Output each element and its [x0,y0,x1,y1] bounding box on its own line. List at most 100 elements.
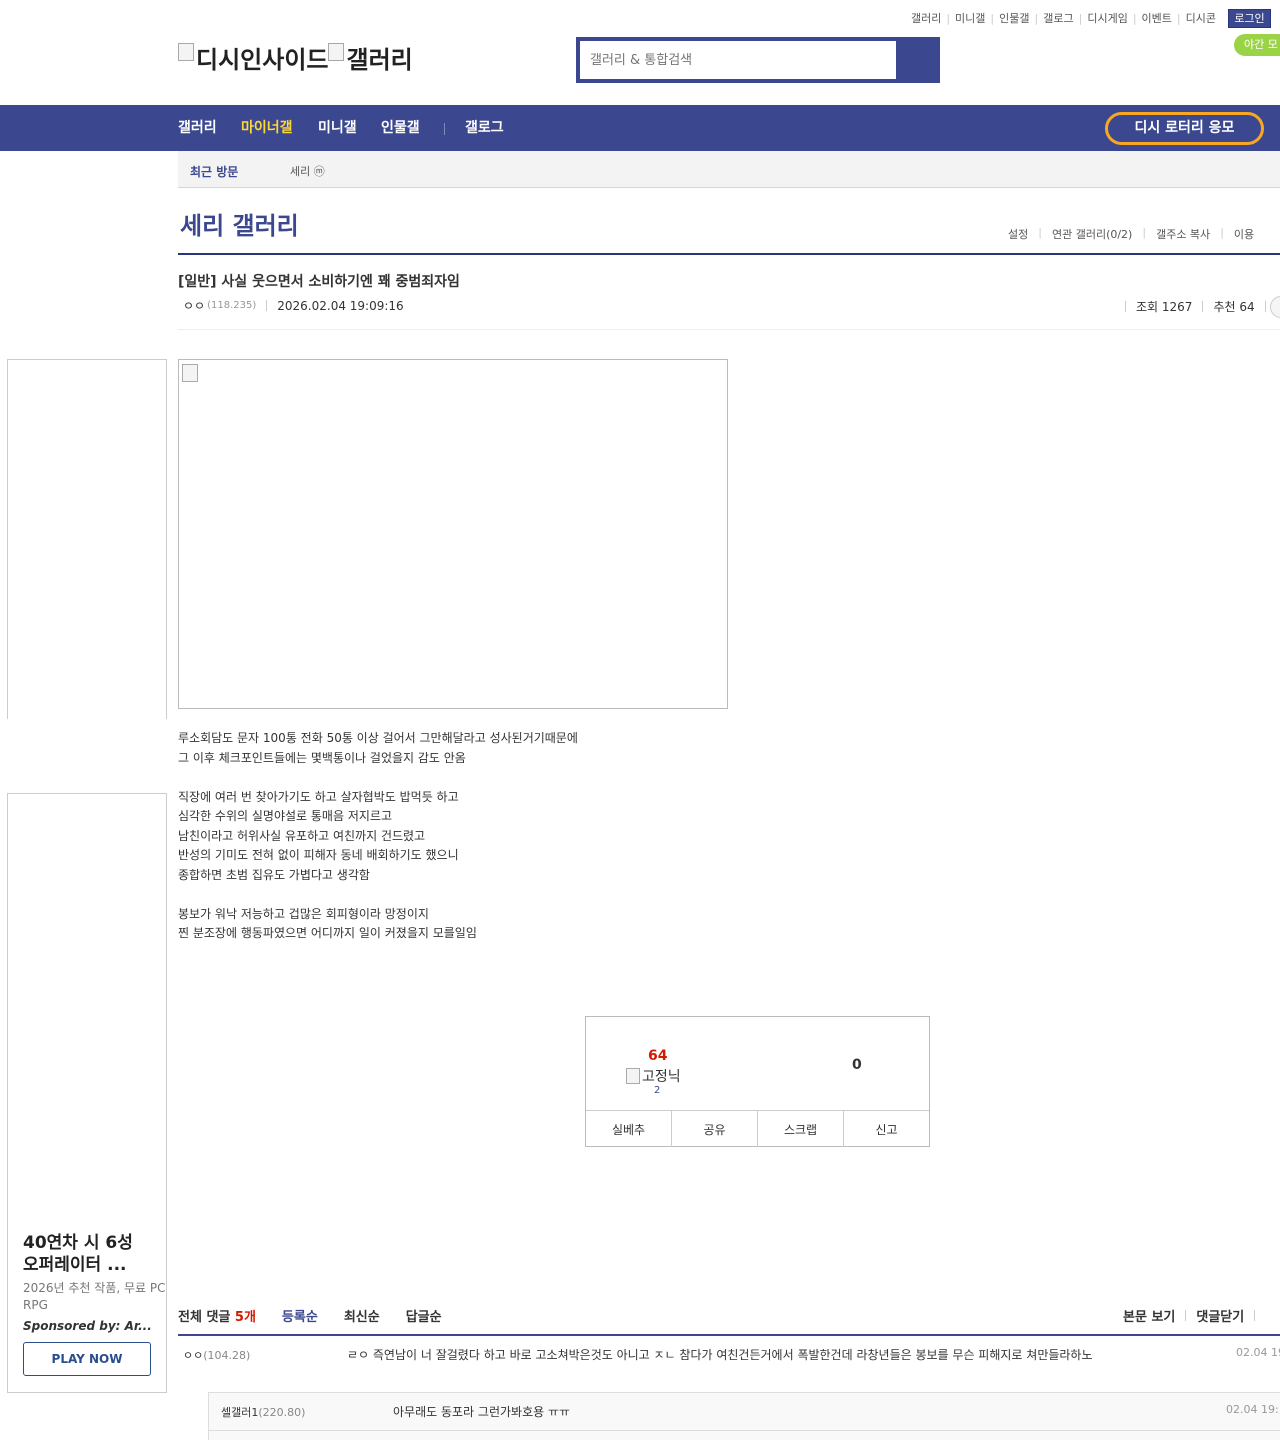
post-body: 루소회담도 문자 100통 전화 50통 이상 걸어서 그만해달라고 성사된거기… [178,729,578,944]
post-views: 조회 1267 [1136,300,1193,314]
post-meta: ㅇㅇ (118.235) 2026.02.04 19:09:16 [183,297,404,314]
reply-date: 02.04 19:1 [1226,1403,1280,1416]
recent-visit-bar: 최근 방문 세리 ⓜ [178,151,1280,188]
divider: | [1132,11,1137,25]
logo-section-text: 갤러리 [346,46,413,74]
divider [1254,1310,1256,1321]
recommend-box: 64 고정닉 2 0 실베추 공유 스크랩 신고 [585,1016,930,1147]
top-link-dcgame[interactable]: 디시게임 [1087,10,1127,26]
login-button[interactable]: 로그인 [1228,9,1271,28]
sort-registered[interactable]: 등록순 [282,1306,318,1325]
reply-row [208,1392,1280,1440]
post-title: [일반] 사실 웃으면서 소비하기엔 꽤 중범죄자임 [178,274,460,290]
divider: | [1038,226,1042,239]
comment-date: 02.04 19 [1236,1346,1280,1359]
top-link-persongall[interactable]: 인물갤 [999,10,1029,26]
post-date: 2026.02.04 19:09:16 [277,298,404,313]
ad-play-now-button[interactable]: PLAY NOW [23,1342,151,1376]
best-recommend-button[interactable]: 실베추 [586,1111,672,1147]
related-gallery-link[interactable]: 연관 갤러리(0/2) [1052,226,1132,242]
post-body-line: 종합하면 초범 집유도 가볍다고 생각함 [178,867,370,882]
nav-minigall[interactable]: 미니갤 [318,105,357,151]
divider: | [946,11,951,25]
gallery-tools: 설정 | 연관 갤러리(0/2) | 갤주소 복사 | 이용 [1008,226,1254,242]
comment-writer-nick: ㅇㅇ [183,1349,204,1362]
nav-minorgall[interactable]: 마이너갤 [241,105,293,151]
nav-persongall[interactable]: 인물갤 [381,105,420,151]
comments-actions: 본문 보기 댓글닫기 [1123,1306,1265,1325]
post-body-line: 반성의 기미도 전혀 없이 피해자 동네 배회하기도 했으니 [178,848,459,862]
reply-text: 아무래도 동포라 그런가봐호용 ㅠㅠ [393,1405,571,1419]
nav-divider [444,123,445,135]
nav-gallery[interactable]: 갤러리 [178,105,217,151]
copy-gallery-url-link[interactable]: 갤주소 복사 [1156,226,1210,242]
reply-writer[interactable]: 셀갤러1(220.80) [221,1404,305,1420]
search-button[interactable] [896,41,936,79]
scrap-button[interactable]: 스크랩 [758,1111,844,1147]
divider: | [1034,11,1039,25]
post-body-line [178,885,578,905]
comments-count: 5개 [234,1310,256,1325]
usage-link[interactable]: 이용 [1234,226,1254,242]
lottery-button[interactable]: 디시 로터리 응모 [1105,112,1264,145]
share-button[interactable]: 공유 [672,1111,758,1147]
fixed-nick-count: 2 [654,1085,661,1096]
fixed-nick-recommend: 고정닉 [626,1066,681,1086]
top-link-event[interactable]: 이벤트 [1142,10,1172,26]
divider [1264,301,1266,312]
recommend-actions: 실베추 공유 스크랩 신고 [586,1110,929,1147]
divider: | [1220,226,1224,239]
top-link-minigall[interactable]: 미니갤 [955,10,985,26]
comment-writer[interactable]: ㅇㅇ(104.28) [183,1347,250,1363]
comments-total-label: 전체 댓글 [178,1310,231,1325]
fixed-nick-label: 고정닉 [642,1069,681,1085]
side-ad-bottom[interactable]: 40연차 시 6성 오퍼레이터 ... 2026년 추천 작품, 무료 PC R… [7,793,167,1393]
sort-replies[interactable]: 답글순 [406,1306,442,1325]
divider: | [990,11,995,25]
reply-writer-nick: 셀갤러1 [221,1406,259,1419]
site-logo[interactable]: 디시인사이드 갤러리 [178,40,413,75]
divider: | [1142,226,1147,239]
broken-image-icon [328,42,345,61]
top-link-gallery[interactable]: 갤러리 [911,10,941,26]
post-body-line: 남친이라고 허위사실 유포하고 여친까지 건드렸고 [178,828,426,843]
recommend-up-count[interactable]: 64 [648,1048,667,1064]
night-mode-toggle[interactable]: 야간 모 [1234,34,1280,56]
report-button[interactable]: 신고 [844,1111,929,1147]
comment-writer-ip: (104.28) [203,1349,251,1362]
post-image[interactable] [178,359,728,709]
recent-visit-item[interactable]: 세리 ⓜ [290,163,325,179]
divider [1202,301,1204,312]
view-body-button[interactable]: 본문 보기 [1123,1306,1175,1325]
post-body-line: 찐 분조장에 행동파였으면 어디까지 일이 커졌을지 모를일임 [178,926,477,940]
nav-gallog[interactable]: 갤로그 [465,105,504,151]
divider [1125,301,1126,312]
post-writer[interactable]: ㅇㅇ [183,297,205,314]
sort-latest[interactable]: 최신순 [344,1306,380,1325]
post-body-line: 직장에 여러 번 찾아가기도 하고 살자협박도 밥먹듯 하고 [178,789,459,804]
post-stats: 조회 1267 추천 64 [1115,298,1276,315]
ad-description: 2026년 추천 작품, 무료 PC RPG [23,1281,166,1312]
top-link-gallog[interactable]: 갤로그 [1043,10,1073,26]
post-body-line [178,768,578,788]
close-comments-button[interactable]: 댓글닫기 [1196,1306,1244,1325]
search-input[interactable] [580,41,896,79]
divider [1185,1310,1187,1321]
ad-title[interactable]: 40연차 시 6성 오퍼레이터 ... [23,1232,153,1276]
recommend-down-count[interactable]: 0 [852,1057,862,1073]
broken-image-icon [182,364,198,382]
divider: | [1176,11,1181,25]
recent-visit-title: 최근 방문 [190,165,239,179]
broken-image-icon [626,1068,640,1084]
divider [266,300,268,311]
post-body-line: 심각한 수위의 실명야설로 통매음 저지르고 [178,809,392,823]
divider: | [1078,11,1083,25]
top-link-dccon[interactable]: 디시콘 [1186,10,1216,26]
gallery-settings-link[interactable]: 설정 [1008,226,1028,242]
gallery-title[interactable]: 세리 갤러리 [180,206,299,241]
reply-divider [208,1430,1280,1431]
side-ad-top[interactable] [7,359,167,719]
post-body-line: 봉보가 워낙 저능하고 겁많은 회피형이라 망정이지 [178,906,429,921]
post-recommends: 추천 64 [1213,300,1255,314]
post-writer-ip: (118.235) [207,300,257,311]
